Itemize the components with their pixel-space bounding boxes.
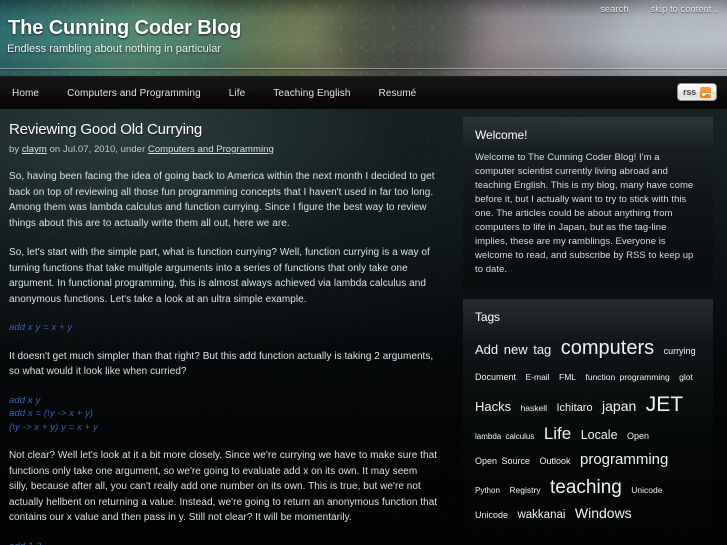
tag-link[interactable]: Registry [509, 485, 540, 495]
tag-link[interactable]: Hacks [475, 399, 511, 414]
search-link[interactable]: search [600, 4, 628, 14]
tag-link[interactable]: Add new tag [475, 342, 551, 357]
post-paragraph: Not clear? Well let's look at it a bit m… [9, 450, 438, 523]
tag-link[interactable]: FML [559, 372, 576, 382]
post-category-link[interactable]: Computers and Programming [148, 144, 274, 155]
post-meta-by-label: by [9, 144, 22, 155]
sidebar: Welcome! Welcome to The Cunning Coder Bl… [455, 109, 727, 545]
code-line: add x y = x + y [9, 322, 73, 333]
page-body: Reviewing Good Old Currying by claym on … [0, 109, 727, 545]
tag-link[interactable]: glot [679, 372, 693, 382]
nav-item-list: Home Computers and Programming Life Teac… [0, 77, 430, 109]
tag-link[interactable]: Windows [575, 505, 632, 521]
tag-link[interactable]: haskell [521, 403, 547, 413]
code-line: add x = (\y -> x + y) [9, 408, 94, 419]
utility-links: search skip to content ↓ [600, 4, 719, 14]
post-paragraph: It doesn't get much simpler than that ri… [9, 350, 434, 378]
nav-item-home[interactable]: Home [0, 77, 53, 110]
tag-link[interactable]: Open [627, 431, 649, 441]
page-root: search skip to content ↓ The Cunning Cod… [0, 0, 727, 545]
site-title: The Cunning Coder Blog [8, 17, 242, 39]
tag-link[interactable]: computers [561, 337, 654, 359]
tag-link[interactable]: JET [646, 393, 683, 416]
code-block: add x y = x + y [9, 321, 439, 335]
post-author-link[interactable]: claym [22, 144, 47, 155]
widget-welcome-text: Welcome to The Cunning Coder Blog! I'm a… [475, 152, 694, 275]
tag-link[interactable]: teaching [550, 477, 622, 498]
rss-icon [700, 86, 711, 98]
tag-link[interactable]: currying [664, 346, 696, 356]
rss-button-label: rss [683, 87, 696, 97]
tag-link[interactable]: japan [602, 398, 636, 414]
tag-link[interactable]: programming [580, 451, 668, 468]
code-block: add 1 2 add 1 = \y -> 1 + y (\y -> 1 + y… [9, 540, 439, 545]
code-line: add 1 2 [9, 540, 439, 545]
tag-link[interactable]: Unicode [631, 485, 662, 495]
banner-blob [455, 10, 575, 76]
tag-link[interactable]: Locale [581, 428, 618, 442]
banner-blob [330, 0, 480, 76]
post-paragraph: So, having been facing the idea of going… [9, 171, 435, 229]
main-content: Reviewing Good Old Currying by claym on … [0, 109, 455, 545]
primary-navigation: Home Computers and Programming Life Teac… [0, 76, 727, 109]
tag-link[interactable]: Unicode [475, 510, 508, 520]
code-line: (\y -> x + y) y = x + y [9, 421, 98, 433]
code-line: add x y [9, 394, 41, 406]
widget-tags-title: Tags [475, 310, 500, 324]
tag-link[interactable]: Open Source [475, 456, 530, 466]
rss-button[interactable]: rss [677, 83, 717, 101]
post-meta: by claym on Jul.07, 2010, under Computer… [9, 144, 439, 155]
widget-welcome-title: Welcome! [475, 128, 528, 142]
banner-divider-shadow [0, 69, 727, 70]
widget-tags: Tags Add new tag computers currying Docu… [463, 299, 713, 542]
tag-link[interactable]: Ichitaro [557, 402, 593, 414]
widget-welcome: Welcome! Welcome to The Cunning Coder Bl… [463, 117, 713, 289]
code-block: add x y add x = (\y -> x + y) (\y -> x +… [9, 394, 439, 435]
tag-link[interactable]: Life [544, 424, 571, 443]
nav-item-teaching-english[interactable]: Teaching English [259, 77, 364, 110]
tag-link[interactable]: Python [475, 486, 500, 495]
tag-link[interactable]: lambda calculus [475, 432, 534, 441]
tag-link[interactable]: Outlook [540, 456, 571, 466]
nav-item-computers-and-programming[interactable]: Computers and Programming [53, 77, 215, 110]
site-banner: search skip to content ↓ The Cunning Cod… [0, 0, 727, 76]
post-title: Reviewing Good Old Currying [9, 121, 203, 138]
nav-item-resume[interactable]: Resumé [365, 77, 431, 110]
tag-link[interactable]: wakkanai [517, 509, 565, 521]
tag-link[interactable]: Document [475, 372, 516, 382]
tag-cloud: Add new tag computers currying Document … [475, 333, 701, 527]
post-paragraph: So, let's start with the simple part, wh… [9, 247, 430, 305]
post-meta-date: on Jul.07, 2010, under [46, 144, 148, 155]
skip-to-content-link[interactable]: skip to content ↓ [651, 4, 719, 14]
nav-item-life[interactable]: Life [215, 77, 260, 110]
tag-link[interactable]: function programming [585, 372, 669, 382]
site-tagline: Endless rambling about nothing in partic… [7, 43, 222, 55]
tag-link[interactable]: E-mail [525, 372, 549, 382]
